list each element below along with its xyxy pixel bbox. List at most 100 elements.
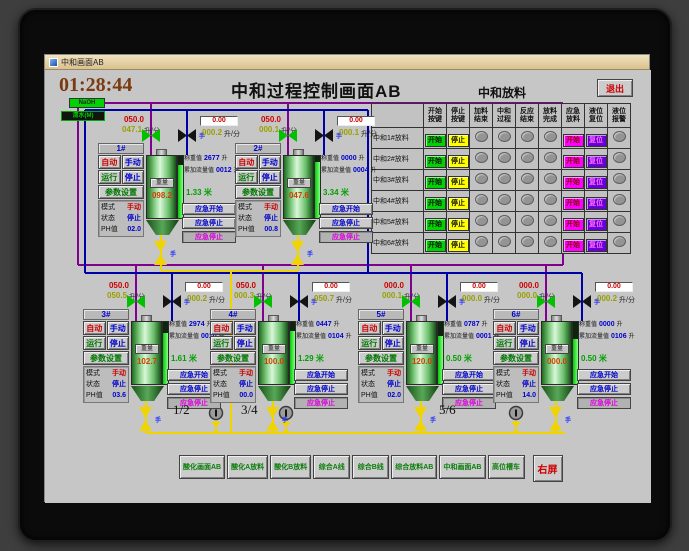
emergency-start-button[interactable]: 应急开始 [294,369,348,381]
inlet-valve-green-icon[interactable] [279,129,297,142]
manual-button[interactable]: 手动 [258,155,281,169]
emergency-start-button[interactable]: 应急开始 [577,369,631,381]
tank-weight-button[interactable]: 重量 [410,344,434,354]
manual-button[interactable]: 手动 [516,321,539,335]
emergency-stop-button[interactable]: 应急停止 [319,217,373,229]
discharge-valve-icon[interactable] [154,241,167,265]
level-unit: 米 [340,188,349,197]
emergency-stop2-button[interactable]: 应急停止 [294,397,348,409]
stop-button[interactable]: 停止 [516,336,539,350]
level-value: 1.29 米 [298,353,324,364]
inlet-valve-green-icon[interactable] [254,295,272,308]
manual-button[interactable]: 手动 [381,321,404,335]
auto-button[interactable]: 自动 [235,155,258,169]
tank-weight-button[interactable]: 重量 [135,344,159,354]
flow-actual-value: 000.0 [517,291,538,300]
flow-unit: 升/分 [619,297,635,304]
manual-button[interactable]: 手动 [233,321,256,335]
params-button[interactable]: 参数设置 [235,185,281,199]
stop-button[interactable]: 停止 [106,336,129,350]
params-button[interactable]: 参数设置 [210,351,256,365]
stop-button[interactable]: 停止 [233,336,256,350]
emergency-stop2-button[interactable]: 应急停止 [577,397,631,409]
emergency-start-button[interactable]: 应急开始 [182,203,236,215]
tank-weight-button[interactable]: 重量 [287,178,311,188]
flow-box-actual-value: 000.0 [462,294,483,303]
emergency-stop2-button[interactable]: 应急停止 [182,231,236,243]
inlet-valve-green-icon[interactable] [142,129,160,142]
ph-label: PH值 [496,392,513,399]
auto-button[interactable]: 自动 [493,321,516,335]
window-titlebar[interactable]: 中和画面AB [45,55,649,70]
nav-button[interactable]: 综合A线 [313,455,351,479]
weigh-readout: 称重值 0787 升 [444,319,488,328]
emergency-stop-button[interactable]: 应急停止 [294,383,348,395]
tank-weight-button[interactable]: 重量 [545,344,569,354]
inlet-valve-green-icon[interactable] [537,295,555,308]
pump-pair-label: 3/4 [241,402,258,417]
accum-unit: 升 [370,168,377,174]
run-button[interactable]: 运行 [235,170,258,184]
auto-button[interactable]: 自动 [210,321,233,335]
run-button[interactable]: 运行 [493,336,516,350]
ph-label: PH值 [101,226,118,233]
discharge-valve-icon[interactable] [291,241,304,265]
tank-weight-value: 100.0 [263,357,285,366]
tank-weight-button[interactable]: 重量 [262,344,286,354]
stop-button[interactable]: 停止 [121,170,144,184]
discharge-valve-icon[interactable] [414,407,427,431]
discharge-valve-icon[interactable] [549,407,562,431]
tank-weight-button[interactable]: 重量 [150,178,174,188]
valve-tag: 手 [282,418,289,424]
stop-button[interactable]: 停止 [381,336,404,350]
discharge-valve-icon[interactable] [266,407,279,431]
nav-button[interactable]: 酸化B放料 [270,455,312,479]
auto-button[interactable]: 自动 [83,321,106,335]
nav-button[interactable]: 中和画面AB [439,455,486,479]
emergency-stop-button[interactable]: 应急停止 [442,383,496,395]
weigh-readout: 称重值 0000 升 [579,319,623,328]
state-label: 状态 [496,381,510,388]
inlet-valve-green-icon[interactable] [127,295,145,308]
weigh-label: 称重值 [579,322,598,328]
stop-button[interactable]: 停止 [258,170,281,184]
tank-group: 050.0 000.1 升/分 手 0.00 000.1 升/分 2# 自动 手… [235,115,385,275]
manual-button[interactable]: 手动 [106,321,129,335]
tank: 重量 098.2 [146,149,184,245]
accum-value: 0001 [476,333,492,340]
nav-button[interactable]: 酸化A放料 [227,455,269,479]
params-button[interactable]: 参数设置 [83,351,129,365]
emergency-stop-button[interactable]: 应急停止 [182,217,236,229]
emergency-stop2-button[interactable]: 应急停止 [319,231,373,243]
run-button[interactable]: 运行 [98,170,121,184]
params-button[interactable]: 参数设置 [358,351,404,365]
discharge-valve-icon[interactable] [139,407,152,431]
nav-button[interactable]: 综合放料AB [391,455,438,479]
manual-button[interactable]: 手动 [121,155,144,169]
nav-button[interactable]: 高位槽车 [487,455,525,479]
run-button[interactable]: 运行 [358,336,381,350]
accum-unit: 升 [345,334,352,340]
mode-label: 模式 [86,370,100,377]
auto-button[interactable]: 自动 [98,155,121,169]
mode-label: 模式 [361,370,375,377]
mode-value: 手动 [522,370,536,377]
params-button[interactable]: 参数设置 [493,351,539,365]
emergency-start-button[interactable]: 应急开始 [319,203,373,215]
flow-setpoint-box: 0.00 [312,282,350,292]
inlet-valve-green-icon[interactable] [402,295,420,308]
nav-button[interactable]: 综合B线 [352,455,390,479]
emergency-stop-button[interactable]: 应急停止 [577,383,631,395]
tank-weight-value: 047.6 [288,191,310,200]
accum-label: 累加流量值 [579,334,610,340]
emergency-start-button[interactable]: 应急开始 [442,369,496,381]
run-button[interactable]: 运行 [210,336,233,350]
flow-box-actual-value: 000.1 [339,128,360,137]
nav-button[interactable]: 酸化画面AB [179,455,226,479]
auto-button[interactable]: 自动 [358,321,381,335]
nav-button[interactable]: 右屏 [532,455,563,482]
tank-weight-value: 102.7 [136,357,158,366]
weigh-readout: 称重值 2677 升 [184,153,228,162]
params-button[interactable]: 参数设置 [98,185,144,199]
run-button[interactable]: 运行 [83,336,106,350]
